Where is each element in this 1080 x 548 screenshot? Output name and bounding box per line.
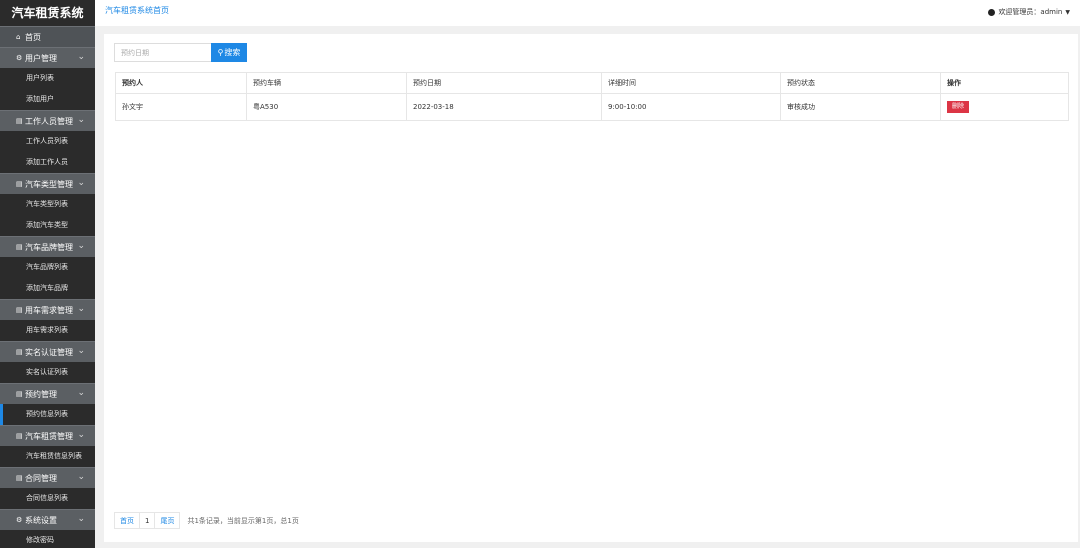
sidebar-group-label: 汽车品牌管理	[25, 242, 73, 252]
sidebar-group-user[interactable]: ⚙ 用户管理 ⌄	[0, 47, 95, 68]
page-number-link[interactable]: 1	[139, 512, 156, 529]
sidebar-group-staff[interactable]: ▤ 工作人员管理 ⌄	[0, 110, 95, 131]
document-icon: ▤	[16, 474, 23, 482]
sidebar-item-add-staff[interactable]: 添加工作人员	[0, 152, 95, 173]
sidebar: 汽车租赁系统 ⌂ 首页 ⚙ 用户管理 ⌄ 用户列表 添加用户 ▤ 工作人员管理 …	[0, 0, 95, 548]
chevron-down-icon: ⌄	[77, 472, 85, 482]
sidebar-item-booking-list[interactable]: 预约信息列表	[0, 404, 95, 425]
column-header-vehicle: 预约车辆	[246, 72, 407, 94]
date-search-input[interactable]	[114, 43, 211, 62]
search-icon: ⚲	[217, 48, 224, 57]
gear-icon: ⚙	[16, 516, 23, 524]
sidebar-item-contract-list[interactable]: 合同信息列表	[0, 488, 95, 509]
sidebar-group-settings[interactable]: ⚙ 系统设置 ⌄	[0, 509, 95, 530]
booking-table: 预约人 预约车辆 预约日期 详细时间 预约状态 操作 孙文宇 粤A530 202…	[115, 72, 1069, 121]
column-header-date: 预约日期	[406, 72, 602, 94]
cell-vehicle: 粤A530	[246, 93, 407, 121]
sidebar-group-label: 系统设置	[25, 515, 57, 525]
sidebar-item-staff-list[interactable]: 工作人员列表	[0, 131, 95, 152]
document-icon: ▤	[16, 180, 23, 188]
top-bar: 汽车租赁系统首页 欢迎管理员：admin ▼	[95, 0, 1080, 26]
sidebar-group-label: 汽车类型管理	[25, 179, 73, 189]
gear-icon: ⚙	[16, 54, 23, 62]
chevron-down-icon: ⌄	[77, 514, 85, 524]
sidebar-group-demand[interactable]: ▤ 用车需求管理 ⌄	[0, 299, 95, 320]
last-page-link[interactable]: 尾页	[154, 512, 181, 529]
user-menu[interactable]: 欢迎管理员：admin ▼	[988, 7, 1070, 17]
cell-date: 2022-03-18	[406, 93, 602, 121]
chevron-down-icon: ⌄	[77, 178, 85, 188]
sidebar-group-contract[interactable]: ▤ 合同管理 ⌄	[0, 467, 95, 488]
chevron-down-icon: ⌄	[77, 304, 85, 314]
document-icon: ▤	[16, 117, 23, 125]
chevron-down-icon: ⌄	[77, 430, 85, 440]
chevron-down-icon: ⌄	[77, 115, 85, 125]
column-header-action: 操作	[940, 72, 1069, 94]
sidebar-group-car-type[interactable]: ▤ 汽车类型管理 ⌄	[0, 173, 95, 194]
user-icon	[988, 8, 996, 16]
sidebar-group-label: 汽车租赁管理	[25, 431, 73, 441]
cell-status: 审核成功	[780, 93, 941, 121]
column-header-time: 详细时间	[601, 72, 781, 94]
sidebar-group-car-brand[interactable]: ▤ 汽车品牌管理 ⌄	[0, 236, 95, 257]
table-row: 孙文宇 粤A530 2022-03-18 9:00-10:00 审核成功 删除	[115, 93, 1069, 121]
sidebar-group-label: 工作人员管理	[25, 116, 73, 126]
sidebar-item-add-user[interactable]: 添加用户	[0, 89, 95, 110]
pagination-info: 共1条记录，当前显示第1页，总1页	[187, 516, 299, 525]
sidebar-group-label: 用车需求管理	[25, 305, 73, 315]
caret-down-icon: ▼	[1065, 8, 1070, 16]
main-panel: ⚲ 搜索 预约人 预约车辆 预约日期 详细时间 预约状态 操作 孙文宇 粤A53…	[104, 34, 1078, 542]
breadcrumb-home-link[interactable]: 汽车租赁系统首页	[105, 5, 169, 16]
column-header-status: 预约状态	[780, 72, 941, 94]
sidebar-item-rental-list[interactable]: 汽车租赁信息列表	[0, 446, 95, 467]
cell-person: 孙文宇	[115, 93, 247, 121]
sidebar-item-add-car-type[interactable]: 添加汽车类型	[0, 215, 95, 236]
sidebar-item-car-type-list[interactable]: 汽车类型列表	[0, 194, 95, 215]
sidebar-group-verify[interactable]: ▤ 实名认证管理 ⌄	[0, 341, 95, 362]
sidebar-item-add-car-brand[interactable]: 添加汽车品牌	[0, 278, 95, 299]
welcome-text: 欢迎管理员：admin	[998, 8, 1063, 16]
chevron-down-icon: ⌄	[77, 241, 85, 251]
document-icon: ▤	[16, 348, 23, 356]
sidebar-item-change-password[interactable]: 修改密码	[0, 530, 95, 548]
app-title: 汽车租赁系统	[0, 0, 95, 26]
cell-time: 9:00-10:00	[601, 93, 781, 121]
chevron-down-icon: ⌄	[77, 52, 85, 62]
document-icon: ▤	[16, 306, 23, 314]
search-bar: ⚲ 搜索	[114, 43, 247, 62]
sidebar-item-demand-list[interactable]: 用车需求列表	[0, 320, 95, 341]
table-header-row: 预约人 预约车辆 预约日期 详细时间 预约状态 操作	[115, 72, 1069, 94]
chevron-down-icon: ⌄	[77, 346, 85, 356]
column-header-person: 预约人	[115, 72, 247, 94]
sidebar-group-label: 实名认证管理	[25, 347, 73, 357]
sidebar-item-label: 首页	[25, 32, 41, 42]
sidebar-item-verify-list[interactable]: 实名认证列表	[0, 362, 95, 383]
sidebar-item-home[interactable]: ⌂ 首页	[0, 26, 95, 47]
pagination: 首页 1 尾页 共1条记录，当前显示第1页，总1页	[114, 512, 299, 529]
sidebar-group-label: 预约管理	[25, 389, 57, 399]
document-icon: ▤	[16, 432, 23, 440]
sidebar-item-user-list[interactable]: 用户列表	[0, 68, 95, 89]
sidebar-group-rental[interactable]: ▤ 汽车租赁管理 ⌄	[0, 425, 95, 446]
sidebar-group-booking[interactable]: ▤ 预约管理 ⌄	[0, 383, 95, 404]
sidebar-item-car-brand-list[interactable]: 汽车品牌列表	[0, 257, 95, 278]
home-icon: ⌂	[16, 33, 21, 41]
delete-button[interactable]: 删除	[947, 101, 969, 113]
search-button-label: 搜索	[224, 48, 241, 57]
document-icon: ▤	[16, 243, 23, 251]
sidebar-group-label: 合同管理	[25, 473, 57, 483]
cell-action: 删除	[940, 93, 1069, 121]
first-page-link[interactable]: 首页	[114, 512, 140, 529]
search-button[interactable]: ⚲ 搜索	[211, 43, 247, 62]
sidebar-group-label: 用户管理	[25, 53, 57, 63]
chevron-down-icon: ⌄	[77, 388, 85, 398]
document-icon: ▤	[16, 390, 23, 398]
